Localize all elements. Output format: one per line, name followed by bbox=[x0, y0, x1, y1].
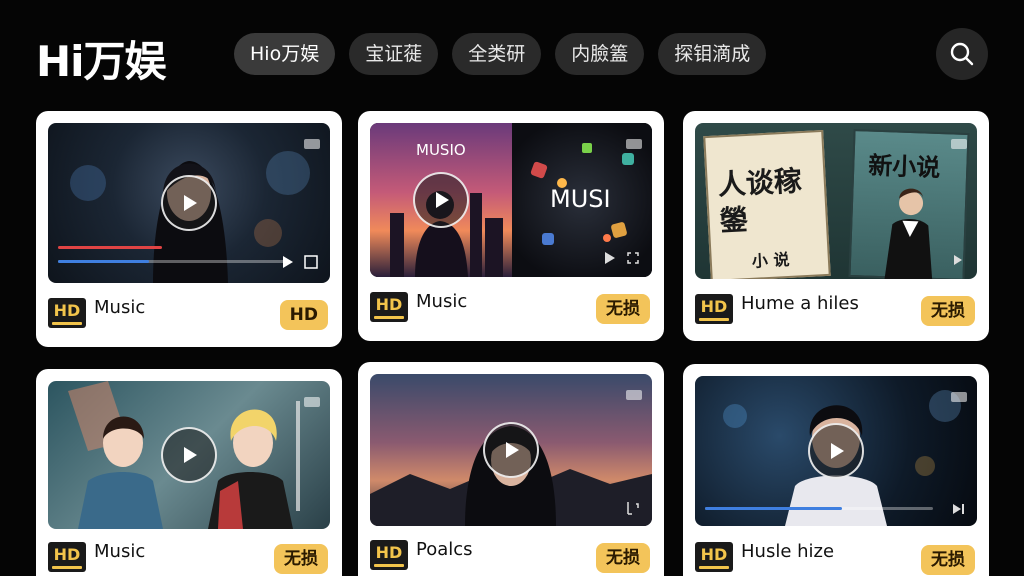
fullscreen-icon[interactable] bbox=[951, 253, 965, 267]
search-icon bbox=[950, 42, 974, 66]
play-small-icon[interactable] bbox=[282, 255, 294, 269]
tab-4[interactable]: 内臉篕 bbox=[555, 33, 645, 75]
video-card[interactable]: 人谈稼 鎣 小 说 新小说 HD Hume a hiles 无损 bbox=[683, 111, 989, 341]
play-icon bbox=[831, 443, 844, 459]
quality-badge: 无损 bbox=[921, 296, 975, 326]
book-subtitle: 小 说 bbox=[751, 249, 790, 271]
progress-bar[interactable] bbox=[58, 260, 286, 263]
quality-badge: 无损 bbox=[274, 544, 328, 574]
video-thumbnail[interactable] bbox=[48, 123, 330, 283]
video-card[interactable]: HD Poalcs 无损 bbox=[358, 362, 664, 576]
video-card[interactable]: HD Husle hize 无损 bbox=[683, 364, 989, 576]
tab-hio[interactable]: Hio万娱 bbox=[234, 33, 336, 75]
play-button[interactable] bbox=[161, 427, 217, 483]
video-card[interactable]: HD Music 无损 bbox=[36, 369, 342, 576]
fullscreen-icon[interactable] bbox=[626, 500, 640, 516]
book-title: 人谈稼 鎣 bbox=[716, 164, 803, 238]
play-button[interactable] bbox=[808, 423, 864, 479]
quality-badge: 无损 bbox=[596, 543, 650, 573]
play-icon bbox=[436, 192, 449, 208]
play-button[interactable] bbox=[483, 422, 539, 478]
quality-badge: HD bbox=[279, 300, 328, 330]
card-title: Hume a hiles bbox=[741, 293, 859, 314]
cast-icon[interactable] bbox=[951, 139, 967, 149]
poster-text: MUSI bbox=[550, 185, 611, 213]
hd-logo: HD bbox=[48, 542, 86, 572]
cast-icon[interactable] bbox=[951, 392, 967, 402]
category-tabs: Hio万娱 宝证蓰 全类研 内臉篕 探钼滴成 bbox=[234, 33, 767, 75]
cast-icon[interactable] bbox=[304, 397, 320, 407]
card-title: Music bbox=[416, 291, 468, 312]
video-thumbnail[interactable] bbox=[370, 374, 652, 526]
hd-logo: HD bbox=[695, 542, 733, 572]
hd-logo: HD bbox=[370, 540, 408, 570]
card-title: Music bbox=[94, 541, 146, 562]
play-button[interactable] bbox=[161, 175, 217, 231]
cast-icon[interactable] bbox=[626, 139, 642, 149]
play-button[interactable] bbox=[413, 172, 469, 228]
video-card[interactable]: HD Music HD bbox=[36, 111, 342, 347]
play-small-icon[interactable] bbox=[604, 251, 616, 265]
video-thumbnail[interactable]: MUSIO MUSI bbox=[370, 123, 652, 277]
video-thumbnail[interactable]: 人谈稼 鎣 小 说 新小说 bbox=[695, 123, 977, 279]
fullscreen-icon[interactable] bbox=[304, 255, 318, 269]
video-thumbnail[interactable] bbox=[695, 376, 977, 526]
poster-text: MUSIO bbox=[416, 141, 466, 159]
hd-logo: HD bbox=[695, 294, 733, 324]
cast-icon[interactable] bbox=[626, 390, 642, 400]
video-card[interactable]: MUSIO MUSI HD Music 无损 bbox=[358, 111, 664, 341]
tab-5[interactable]: 探钼滴成 bbox=[658, 33, 767, 75]
card-title: Music bbox=[94, 297, 146, 318]
fullscreen-icon[interactable] bbox=[626, 251, 640, 265]
book-title: 新小说 bbox=[867, 150, 941, 183]
video-thumbnail[interactable] bbox=[48, 381, 330, 529]
cast-icon[interactable] bbox=[304, 139, 320, 149]
card-title: Poalcs bbox=[416, 539, 473, 560]
tab-3[interactable]: 全类研 bbox=[452, 33, 542, 75]
app-logo: Hi万娱 bbox=[36, 37, 167, 86]
next-icon[interactable] bbox=[951, 502, 965, 516]
hd-logo: HD bbox=[370, 292, 408, 322]
red-progress-bar bbox=[58, 246, 162, 249]
tab-2[interactable]: 宝证蓰 bbox=[349, 33, 439, 75]
hd-logo: HD bbox=[48, 298, 86, 328]
progress-bar[interactable] bbox=[705, 507, 933, 510]
card-title: Husle hize bbox=[741, 541, 835, 562]
quality-badge: 无损 bbox=[596, 294, 650, 324]
play-icon bbox=[184, 195, 197, 211]
quality-badge: 无损 bbox=[921, 545, 975, 575]
search-button[interactable] bbox=[936, 28, 988, 80]
play-icon bbox=[506, 442, 519, 458]
play-icon bbox=[184, 447, 197, 463]
